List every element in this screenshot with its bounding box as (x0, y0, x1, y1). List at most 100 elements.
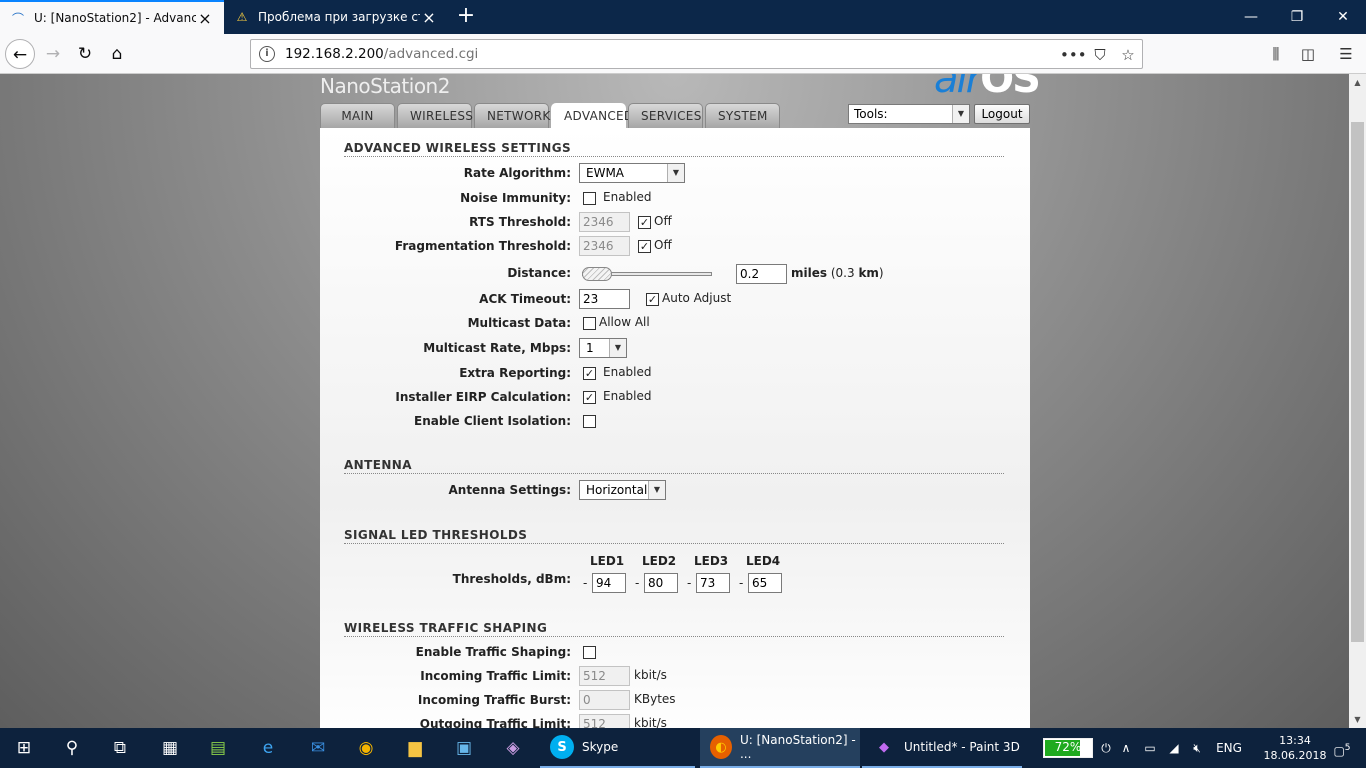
outgoing-limit-input[interactable]: 512 (579, 714, 630, 728)
rts-threshold-input[interactable]: 2346 (579, 212, 630, 232)
led3-input[interactable]: 73 (696, 573, 730, 593)
ack-timeout-input[interactable]: 23 (579, 289, 630, 309)
volume-muted-icon[interactable]: 🔇︎ (1187, 728, 1207, 768)
incoming-limit-input[interactable]: 512 (579, 666, 630, 686)
eirp-calculation-enabled-label: Enabled (603, 389, 652, 403)
multicast-allow-all-checkbox[interactable] (583, 317, 596, 330)
multicast-rate-select[interactable]: 1 ▼ (579, 338, 627, 358)
chevron-down-icon: ▼ (952, 105, 969, 123)
restore-icon[interactable]: ❐ (1274, 0, 1320, 34)
battery-indicator[interactable]: 72% (1043, 738, 1093, 758)
incoming-burst-input[interactable]: 0 (579, 690, 630, 710)
antenna-settings-select[interactable]: Horizontal ▼ (579, 480, 666, 500)
multicast-data-label: Multicast Data: (467, 316, 571, 330)
multicast-rate-label: Multicast Rate, Mbps: (423, 341, 571, 355)
bookmark-star-icon[interactable]: ☆ (1117, 44, 1139, 66)
tools-dropdown[interactable]: Tools: ▼ (848, 104, 970, 124)
led2-input[interactable]: 80 (644, 573, 678, 593)
tab-title: Проблема при загрузке стран (258, 10, 420, 24)
tab-advanced[interactable]: ADVANCED (551, 103, 633, 128)
calculator-icon[interactable]: ▦ (146, 728, 194, 768)
close-window-icon[interactable]: ✕ (1320, 0, 1366, 34)
tab-load-problem[interactable]: ⚠ Проблема при загрузке стран × (224, 0, 448, 34)
tab-title: U: [NanoStation2] - Advanced (34, 11, 196, 25)
eirp-calculation-checkbox[interactable]: ✓ (583, 391, 596, 404)
logout-button[interactable]: Logout (974, 104, 1030, 124)
scrollbar-thumb[interactable] (1351, 122, 1364, 642)
tab-network[interactable]: NETWORK (474, 103, 550, 128)
led3-header: LED3 (694, 554, 729, 568)
site-info-icon[interactable]: i (259, 46, 275, 62)
control-panel-icon[interactable]: ▣ (440, 728, 488, 768)
fragmentation-off-label: Off (654, 238, 672, 252)
led4-input[interactable]: 65 (748, 573, 782, 593)
windows-taskbar: ⊞ ⚲ ⧉ ▦ ▤ e ✉ ◉ ▆ ▣ ◈ S Skype ◐ U: [Nano… (0, 728, 1366, 768)
address-bar[interactable]: i 192.168.2.200/advanced.cgi ••• ⛉ ☆ (250, 39, 1143, 69)
page-actions-icon[interactable]: ••• (1060, 44, 1087, 66)
chevron-down-icon: ▼ (648, 481, 665, 499)
close-tab-icon[interactable]: × (420, 8, 438, 27)
url-text[interactable]: 192.168.2.200/advanced.cgi (285, 46, 478, 62)
sidebar-icon[interactable]: ◫ (1297, 43, 1319, 65)
reload-icon[interactable]: ↻ (70, 39, 100, 69)
client-isolation-label: Enable Client Isolation: (414, 414, 571, 428)
battery-tray-icon[interactable]: ▭ (1140, 728, 1160, 768)
pocket-icon[interactable]: ⛉ (1089, 44, 1111, 66)
scroll-up-icon[interactable]: ▲ (1349, 74, 1366, 91)
chevron-up-icon[interactable]: ∧ (1117, 728, 1135, 768)
rts-off-checkbox[interactable]: ✓ (638, 216, 651, 229)
hamburger-menu-icon[interactable]: ☰ (1335, 43, 1357, 65)
wifi-icon[interactable]: ◢ (1164, 728, 1184, 768)
notepad-icon[interactable]: ▤ (194, 728, 242, 768)
page-scrollbar[interactable]: ▲ ▼ (1349, 74, 1366, 728)
fragmentation-threshold-input[interactable]: 2346 (579, 236, 630, 256)
led3-minus: - (687, 576, 692, 590)
distance-input[interactable]: 0.2 (736, 264, 787, 284)
windows-start-icon[interactable]: ⊞ (0, 728, 48, 768)
noise-immunity-checkbox[interactable] (583, 192, 596, 205)
led1-input[interactable]: 94 (592, 573, 626, 593)
noise-immunity-label: Noise Immunity: (460, 191, 571, 205)
tab-nanostation-advanced[interactable]: ⌒ U: [NanoStation2] - Advanced × (0, 0, 224, 34)
notifications-icon[interactable]: ▢5 (1322, 728, 1362, 768)
forward-arrow-icon[interactable]: → (38, 39, 68, 69)
power-plug-icon[interactable]: ⏻ (1097, 728, 1115, 768)
section-title-advanced: ADVANCED WIRELESS SETTINGS (344, 141, 1004, 157)
rts-off-label: Off (654, 214, 672, 228)
taskbar-app-paint3d[interactable]: ◆ Untitled* - Paint 3D (862, 728, 1022, 768)
rate-algorithm-select[interactable]: EWMA ▼ (579, 163, 685, 183)
tab-main[interactable]: MAIN (320, 103, 395, 128)
tab-wireless[interactable]: WIRELESS (397, 103, 473, 128)
system-clock[interactable]: 13:34 18.06.2018 (1262, 733, 1328, 763)
new-tab-button[interactable]: + (452, 3, 480, 31)
tab-services[interactable]: SERVICES (628, 103, 703, 128)
search-icon[interactable]: ⚲ (48, 728, 96, 768)
extra-reporting-checkbox[interactable]: ✓ (583, 367, 596, 380)
chrome-icon[interactable]: ◉ (342, 728, 390, 768)
back-arrow-icon[interactable]: ← (5, 39, 35, 69)
fragmentation-off-checkbox[interactable]: ✓ (638, 240, 651, 253)
home-icon[interactable]: ⌂ (102, 39, 132, 69)
outlook-icon[interactable]: ✉ (294, 728, 342, 768)
multicast-allow-all-label: Allow All (599, 315, 650, 329)
task-view-icon[interactable]: ⧉ (96, 728, 144, 768)
taskbar-app-skype[interactable]: S Skype (540, 728, 695, 768)
file-explorer-icon[interactable]: ▆ (391, 728, 439, 768)
section-title-led: SIGNAL LED THRESHOLDS (344, 528, 1004, 544)
enable-traffic-shaping-label: Enable Traffic Shaping: (415, 645, 571, 659)
taskbar-app-firefox[interactable]: ◐ U: [NanoStation2] - ... (700, 728, 860, 768)
thresholds-label: Thresholds, dBm: (452, 572, 571, 586)
library-icon[interactable]: ⫼ (1265, 43, 1287, 65)
scroll-down-icon[interactable]: ▼ (1349, 711, 1366, 728)
enable-traffic-shaping-checkbox[interactable] (583, 646, 596, 659)
pidgin-icon[interactable]: ◈ (489, 728, 537, 768)
tab-system[interactable]: SYSTEM (705, 103, 780, 128)
language-indicator[interactable]: ENG (1212, 728, 1246, 768)
extra-reporting-enabled-label: Enabled (603, 365, 652, 379)
close-tab-icon[interactable]: × (196, 9, 214, 28)
distance-slider-handle[interactable] (582, 267, 612, 281)
client-isolation-checkbox[interactable] (583, 415, 596, 428)
auto-adjust-checkbox[interactable]: ✓ (646, 293, 659, 306)
internet-explorer-icon[interactable]: e (244, 728, 292, 768)
minimize-icon[interactable]: — (1228, 0, 1274, 34)
